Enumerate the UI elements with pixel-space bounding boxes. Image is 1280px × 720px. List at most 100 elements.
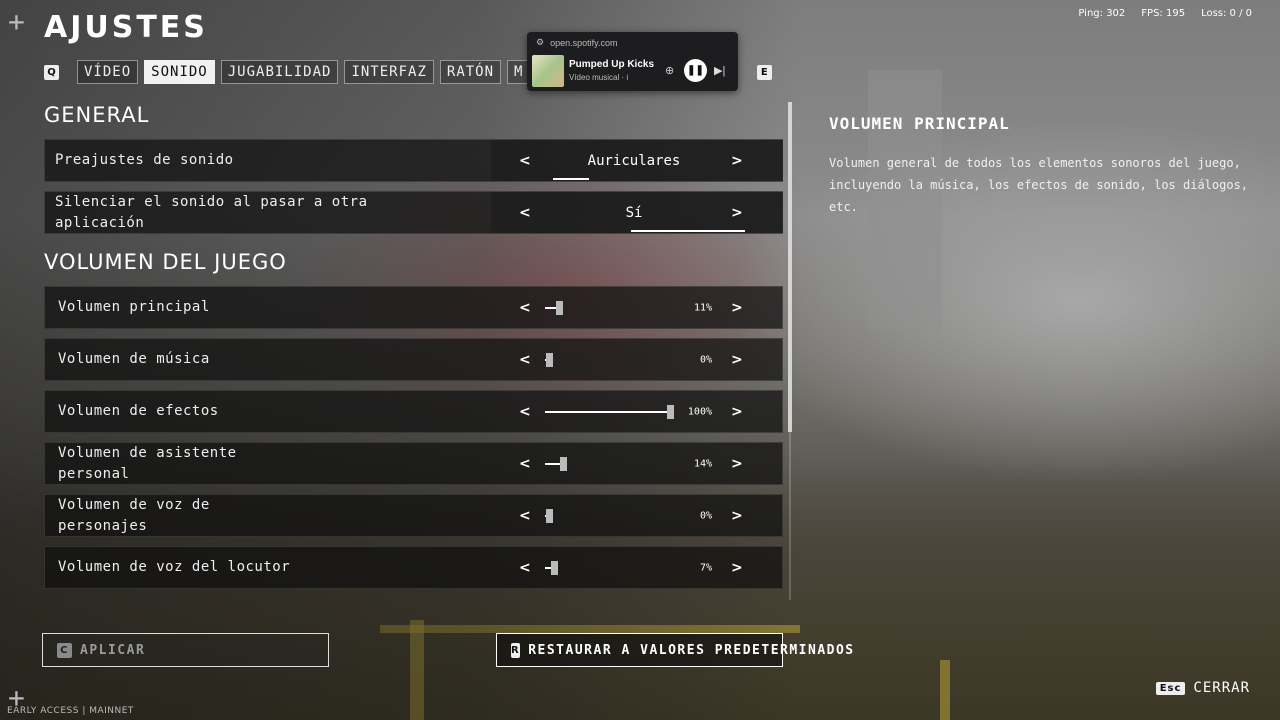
setting-label: Volumen de efectos [58,401,219,422]
selector-value: Auriculares [587,152,681,169]
chevron-left-icon[interactable]: < [519,153,531,169]
tab-interfaz[interactable]: INTERFAZ [344,60,434,84]
tab-jugabilidad[interactable]: JUGABILIDAD [220,60,339,84]
tab-raton[interactable]: RATÓN [439,60,502,84]
slider-handle[interactable] [546,352,553,367]
song-subtitle: Vídeo musical · i [569,73,629,82]
setting-row-volume[interactable]: Volumen de efectos <100% > [44,390,783,433]
setting-row-mute-on-focus-loss[interactable]: Silenciar el sonido al pasar a otra apli… [44,191,783,234]
setting-label-line1: Volumen de asistente [58,444,237,461]
slider-handle[interactable] [550,560,558,575]
apply-label: APLICAR [80,642,146,658]
chevron-right-icon[interactable]: > [731,300,743,316]
crosshair-plus-icon: + [8,5,25,38]
setting-label: Preajustes de sonido [55,152,234,168]
chevron-right-icon[interactable]: > [731,560,743,576]
setting-label-line1: Silenciar el sonido al pasar a otra [55,193,368,210]
background-crane [410,620,424,720]
setting-row-volume[interactable]: Volumen principal <11% > [44,286,783,329]
setting-label-line1: Volumen principal [58,299,210,315]
slider-handle[interactable] [559,456,567,471]
selector-position-bar [553,178,589,180]
volume-percent: 7% [699,562,712,573]
setting-label: Silenciar el sonido al pasar a otra apli… [55,192,368,234]
setting-label-line1: Volumen de voz de [58,496,210,513]
section-general-heading: GENERAL [44,103,150,127]
slider-handle[interactable] [546,508,553,523]
fps-stat: FPS: 195 [1141,8,1186,19]
ping-stat: Ping: 302 [1078,8,1126,19]
chevron-right-icon[interactable]: > [731,352,743,368]
tab-sonido[interactable]: SONIDO [144,60,215,84]
description-title: VOLUMEN PRINCIPAL [829,114,1010,133]
volume-slider[interactable] [545,456,670,471]
setting-label: Volumen de asistente personal [58,443,237,485]
page-title: AJUSTES [44,10,208,45]
media-popup[interactable]: ⚙ open.spotify.com Pumped Up Kicks Vídeo… [527,32,738,91]
chevron-right-icon[interactable]: > [731,404,743,420]
apply-key: C [57,642,72,658]
esc-key: Esc [1155,681,1186,695]
background-crane [380,625,800,633]
setting-label-line1: Volumen de música [58,351,210,367]
background-crane [940,660,950,720]
song-title: Pumped Up Kicks [569,59,655,70]
restore-key: R [511,642,521,658]
volume-percent: 0% [699,354,712,365]
volume-percent: 11% [693,302,712,313]
chevron-left-icon[interactable]: < [519,352,531,368]
volume-slider[interactable] [545,352,670,367]
setting-row-volume[interactable]: Volumen de asistente personal <14% > [44,442,783,485]
tab-video[interactable]: VÍDEO [77,60,139,84]
setting-row-volume[interactable]: Volumen de música <0% > [44,338,783,381]
volume-percent: 0% [699,510,712,521]
setting-row-volume[interactable]: Volumen de voz de personajes <0% > [44,494,783,537]
setting-label: Volumen de voz de personajes [58,495,210,537]
media-url: ⚙ open.spotify.com [536,37,617,48]
description-text: Volumen general de todos los elementos s… [829,156,1249,214]
selector-box: < Auriculares > [491,140,783,181]
prev-tab-key[interactable]: Q [44,64,59,80]
chevron-left-icon[interactable]: < [519,456,531,472]
chevron-left-icon[interactable]: < [519,300,531,316]
chevron-right-icon[interactable]: > [731,456,743,472]
pause-icon[interactable]: ❚❚ [684,59,707,82]
skip-next-icon[interactable]: ▶| [714,64,725,77]
next-tab-key[interactable]: E [756,64,772,80]
add-circle-icon[interactable]: ⊕ [665,64,674,77]
restore-defaults-button[interactable]: R RESTAURAR A VALORES PREDETERMINADOS [496,633,853,667]
chevron-right-icon[interactable]: > [731,205,743,221]
setting-row-volume[interactable]: Volumen de voz del locutor <7% > [44,546,783,589]
slider-handle[interactable] [667,404,674,419]
setting-label-line2: personajes [58,517,148,534]
apply-button[interactable]: C APLICAR [42,633,329,667]
setting-label-line1: Volumen de voz del locutor [58,559,291,575]
chevron-left-icon[interactable]: < [519,508,531,524]
close-button[interactable]: Esc CERRAR [1155,680,1250,696]
site-settings-icon[interactable]: ⚙ [536,37,544,48]
selector-position-bar [631,230,745,232]
setting-label: Volumen de voz del locutor [58,557,290,578]
setting-label-line1: Volumen de efectos [58,403,219,419]
close-label: CERRAR [1193,680,1250,696]
slider-handle[interactable] [555,300,563,315]
selector-value: Sí [625,204,643,221]
setting-label-line2: personal [58,465,130,482]
selector-box: < Sí > [491,192,783,233]
section-volume-heading: VOLUMEN DEL JUEGO [44,250,287,274]
chevron-right-icon[interactable]: > [731,153,743,169]
scrollbar-thumb[interactable] [788,102,792,432]
chevron-right-icon[interactable]: > [731,508,743,524]
loss-stat: Loss: 0 / 0 [1201,8,1252,19]
chevron-left-icon[interactable]: < [519,404,531,420]
setting-row-sound-preset[interactable]: Preajustes de sonido < Auriculares > [44,139,783,182]
volume-slider[interactable] [545,300,670,315]
volume-slider[interactable] [545,404,674,419]
album-art [532,55,564,87]
volume-slider[interactable] [545,560,670,575]
chevron-left-icon[interactable]: < [519,560,531,576]
slider-fill [545,410,670,413]
volume-slider[interactable] [545,508,670,523]
chevron-left-icon[interactable]: < [519,205,531,221]
network-stats: Ping: 302 FPS: 195 Loss: 0 / 0 [1078,8,1252,19]
